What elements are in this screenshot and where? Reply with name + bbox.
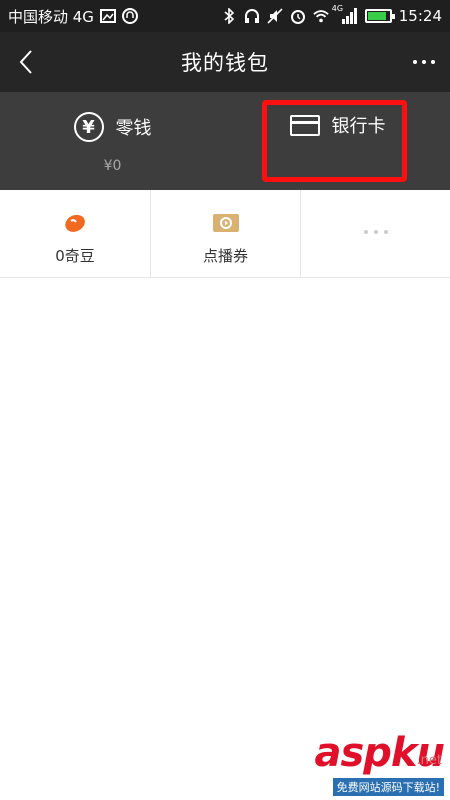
watermark-logo: aspku bbox=[314, 730, 445, 776]
bank-card-item[interactable]: 银行卡 bbox=[225, 92, 450, 190]
more-dot bbox=[373, 230, 378, 234]
more-dot bbox=[363, 230, 368, 234]
wallet-grid: 0奇豆 点播券 bbox=[0, 190, 450, 278]
mute-icon bbox=[267, 8, 283, 24]
card-icon bbox=[289, 114, 320, 136]
image-icon bbox=[99, 8, 116, 24]
wifi-icon bbox=[313, 8, 329, 24]
watermark-domain: .net bbox=[416, 753, 442, 768]
bluetooth-icon bbox=[221, 8, 237, 24]
more-dot bbox=[383, 230, 388, 234]
network-tag: 4G bbox=[331, 4, 344, 13]
grid-item-ticket[interactable]: 点播券 bbox=[150, 190, 300, 278]
watermark: aspku .net 免费网站源码下载站! bbox=[274, 706, 445, 796]
bank-card-label: 银行卡 bbox=[331, 116, 386, 137]
signal-icon: 4G bbox=[332, 4, 358, 24]
change-balance: ¥0 bbox=[103, 158, 122, 174]
more-dot bbox=[422, 60, 426, 64]
headphones-icon bbox=[244, 8, 260, 24]
grid-item-label: 0奇豆 bbox=[55, 247, 95, 265]
more-dot bbox=[431, 60, 435, 64]
grid-item-label: 点播券 bbox=[202, 247, 248, 265]
change-item[interactable]: ¥ 零钱 ¥0 bbox=[0, 92, 225, 190]
yen-circle-icon: ¥ bbox=[73, 112, 104, 142]
bank-card-header: 银行卡 bbox=[225, 112, 450, 138]
nav-bar: 我的钱包 bbox=[0, 32, 450, 92]
page-title: 我的钱包 bbox=[181, 51, 269, 75]
battery-fill bbox=[367, 12, 386, 20]
more-dots-icon bbox=[363, 230, 388, 234]
more-dot bbox=[413, 60, 417, 64]
watermark-tagline: 免费网站源码下载站! bbox=[332, 778, 444, 796]
clock: 15:24 bbox=[398, 7, 442, 25]
wallet-panel: ¥ 零钱 ¥0 银行卡 bbox=[0, 92, 450, 190]
more-button[interactable] bbox=[406, 46, 442, 78]
battery-icon bbox=[364, 9, 395, 23]
status-left: 中国移动 4G bbox=[8, 6, 138, 27]
alarm-icon bbox=[290, 8, 306, 24]
ticket-icon bbox=[212, 212, 240, 238]
status-right: 4G 15:24 bbox=[221, 4, 442, 25]
headset-icon bbox=[121, 8, 138, 24]
grid-item-more[interactable] bbox=[300, 190, 450, 278]
change-header: ¥ 零钱 bbox=[0, 112, 225, 142]
back-button[interactable] bbox=[10, 46, 42, 78]
carrier-label: 中国移动 4G bbox=[8, 7, 94, 26]
chevron-left-icon bbox=[19, 50, 32, 74]
grid-item-qidou[interactable]: 0奇豆 bbox=[0, 190, 150, 278]
status-bar: 中国移动 4G 4G 15:24 bbox=[0, 0, 450, 32]
change-label: 零钱 bbox=[115, 118, 152, 139]
bean-icon bbox=[62, 212, 88, 238]
